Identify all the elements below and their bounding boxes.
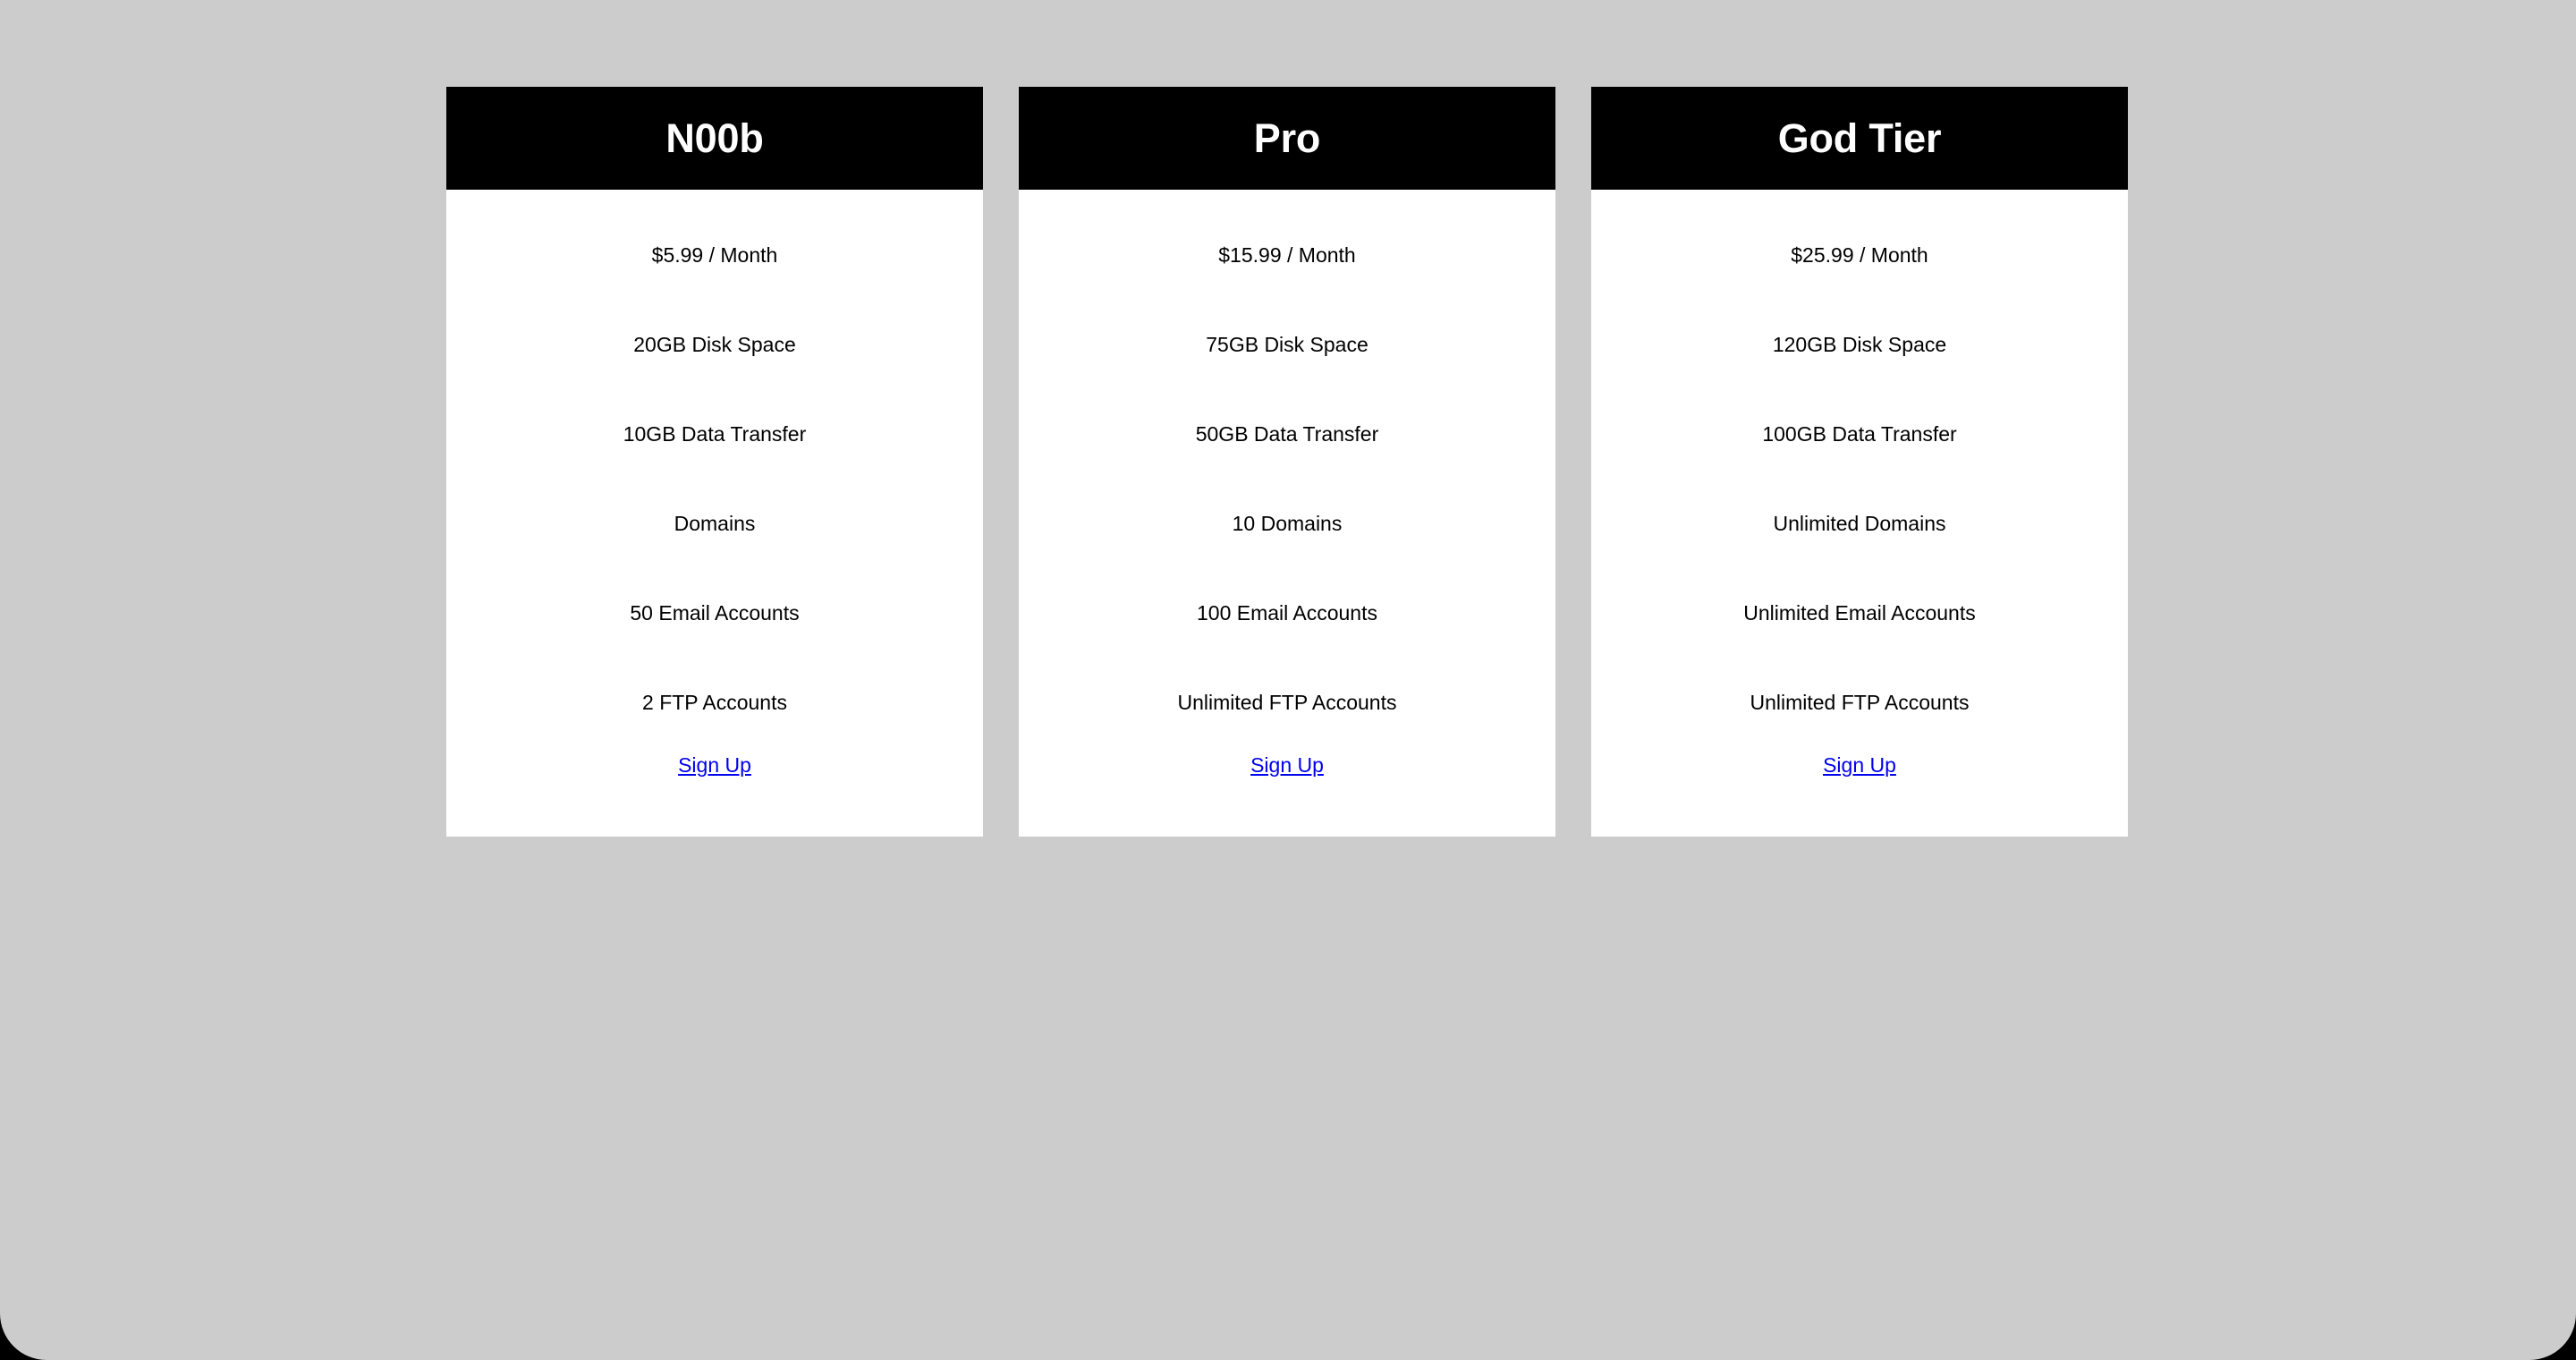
feature-list: 120GB Disk Space 100GB Data Transfer Unl… [1591,266,2128,713]
plan-name-heading: N00b [446,87,983,190]
feature-list: 20GB Disk Space 10GB Data Transfer Domai… [446,266,983,713]
feature-item-ftp-accounts: 2 FTP Accounts [642,691,787,714]
plan-price: $5.99 / Month [651,243,778,267]
feature-item-ftp-accounts: Unlimited FTP Accounts [1177,691,1397,714]
signup-link[interactable]: Sign Up [1823,753,1896,777]
feature-list: 75GB Disk Space 50GB Data Transfer 10 Do… [1019,266,1555,713]
plan-name-heading: God Tier [1591,87,2128,190]
feature-item-data-transfer: 100GB Data Transfer [1762,422,1957,446]
plan-price: $25.99 / Month [1791,243,1928,267]
plan-card-god-tier: God Tier $25.99 / Month 120GB Disk Space… [1591,87,2128,837]
plan-price: $15.99 / Month [1218,243,1356,267]
pricing-table: N00b $5.99 / Month 20GB Disk Space 10GB … [446,87,2128,837]
feature-item-domains: Domains [674,512,756,535]
feature-item-disk-space: 75GB Disk Space [1206,333,1368,356]
feature-item-ftp-accounts: Unlimited FTP Accounts [1750,691,1970,714]
signup-container: Sign Up [1591,755,2128,777]
feature-item-email-accounts: 100 Email Accounts [1196,601,1377,625]
feature-item-disk-space: 120GB Disk Space [1772,333,1947,356]
signup-link[interactable]: Sign Up [1250,753,1324,777]
plan-body: $5.99 / Month 20GB Disk Space 10GB Data … [446,190,983,837]
signup-container: Sign Up [1019,755,1555,777]
plan-card-n00b: N00b $5.99 / Month 20GB Disk Space 10GB … [446,87,983,837]
plan-name-heading: Pro [1019,87,1555,190]
feature-item-disk-space: 20GB Disk Space [633,333,796,356]
feature-item-email-accounts: Unlimited Email Accounts [1743,601,1976,625]
signup-link[interactable]: Sign Up [678,753,751,777]
feature-item-email-accounts: 50 Email Accounts [630,601,800,625]
feature-item-data-transfer: 10GB Data Transfer [623,422,807,446]
feature-item-domains: 10 Domains [1232,512,1343,535]
plan-body: $25.99 / Month 120GB Disk Space 100GB Da… [1591,190,2128,837]
signup-container: Sign Up [446,755,983,777]
plan-card-pro: Pro $15.99 / Month 75GB Disk Space 50GB … [1019,87,1555,837]
plan-body: $15.99 / Month 75GB Disk Space 50GB Data… [1019,190,1555,837]
feature-item-domains: Unlimited Domains [1773,512,1946,535]
feature-item-data-transfer: 50GB Data Transfer [1195,422,1379,446]
browser-viewport: N00b $5.99 / Month 20GB Disk Space 10GB … [0,0,2576,1360]
